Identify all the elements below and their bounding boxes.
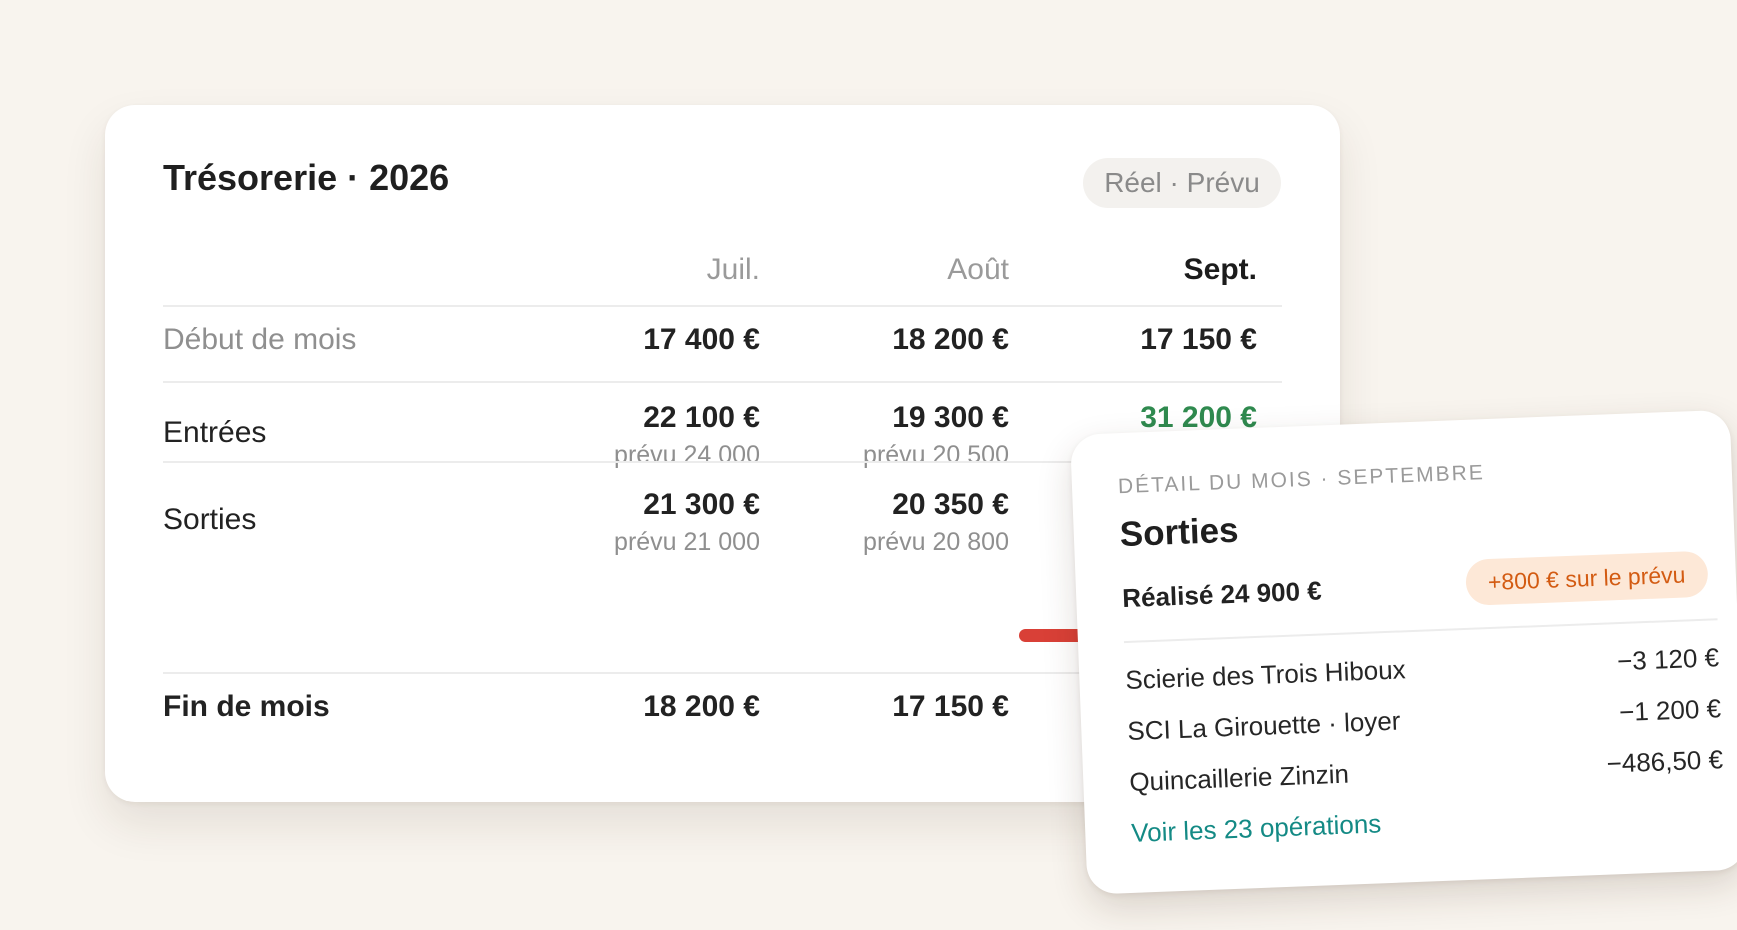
operation-name[interactable]: SCI La Girouette · loyer bbox=[1127, 706, 1401, 747]
row-label-sorties: Sorties bbox=[163, 503, 257, 536]
debut-september-value: 17 150 € bbox=[1140, 323, 1257, 356]
see-all-operations-link[interactable]: Voir les 23 opérations bbox=[1131, 808, 1382, 849]
fin-august-value: 17 150 € bbox=[892, 690, 1009, 723]
entrees-july-value[interactable]: 22 100 € bbox=[643, 401, 760, 435]
real-forecast-toggle[interactable]: Réel · Prévu bbox=[1083, 158, 1281, 208]
debut-july-value: 17 400 € bbox=[643, 323, 760, 356]
operation-amount: −3 120 € bbox=[1616, 642, 1720, 677]
operation-amount: −486,50 € bbox=[1606, 744, 1724, 779]
operation-amount: −1 200 € bbox=[1618, 693, 1722, 728]
operation-name[interactable]: Quincaillerie Zinzin bbox=[1129, 759, 1350, 798]
row-label-debut: Début de mois bbox=[163, 323, 357, 356]
fin-july-value: 18 200 € bbox=[643, 690, 760, 723]
sorties-july-value[interactable]: 21 300 € bbox=[643, 488, 760, 522]
row-label-entrees: Entrées bbox=[163, 416, 267, 449]
sorties-august-forecast: prévu 20 800 bbox=[863, 528, 1009, 556]
operation-name[interactable]: Scierie des Trois Hiboux bbox=[1125, 654, 1406, 696]
sorties-august-value[interactable]: 20 350 € bbox=[892, 488, 1009, 522]
column-header-august[interactable]: Août bbox=[947, 253, 1009, 287]
overrun-badge: +800 € sur le prévu bbox=[1465, 550, 1709, 606]
realise-total: Réalisé 24 900 € bbox=[1121, 575, 1323, 614]
column-header-september[interactable]: Sept. bbox=[1184, 253, 1257, 287]
month-detail-popover: Détail du mois · Septembre Sorties Réali… bbox=[1070, 409, 1737, 895]
column-header-july[interactable]: Juil. bbox=[707, 253, 760, 287]
debut-august-value: 18 200 € bbox=[892, 323, 1009, 356]
sorties-july-forecast: prévu 21 000 bbox=[614, 528, 760, 556]
popover-divider bbox=[1123, 618, 1718, 644]
row-label-fin: Fin de mois bbox=[163, 690, 330, 723]
entrees-july-forecast: prévu 24 000 bbox=[614, 441, 760, 469]
card-title: Trésorerie · 2026 bbox=[163, 157, 450, 198]
row-divider bbox=[163, 381, 1282, 383]
popover-eyebrow: Détail du mois · Septembre bbox=[1117, 461, 1486, 499]
entrees-august-value[interactable]: 19 300 € bbox=[892, 401, 1009, 435]
header-divider bbox=[163, 305, 1282, 307]
popover-title: Sorties bbox=[1119, 510, 1240, 555]
entrees-august-forecast: prévu 20 500 bbox=[863, 441, 1009, 469]
